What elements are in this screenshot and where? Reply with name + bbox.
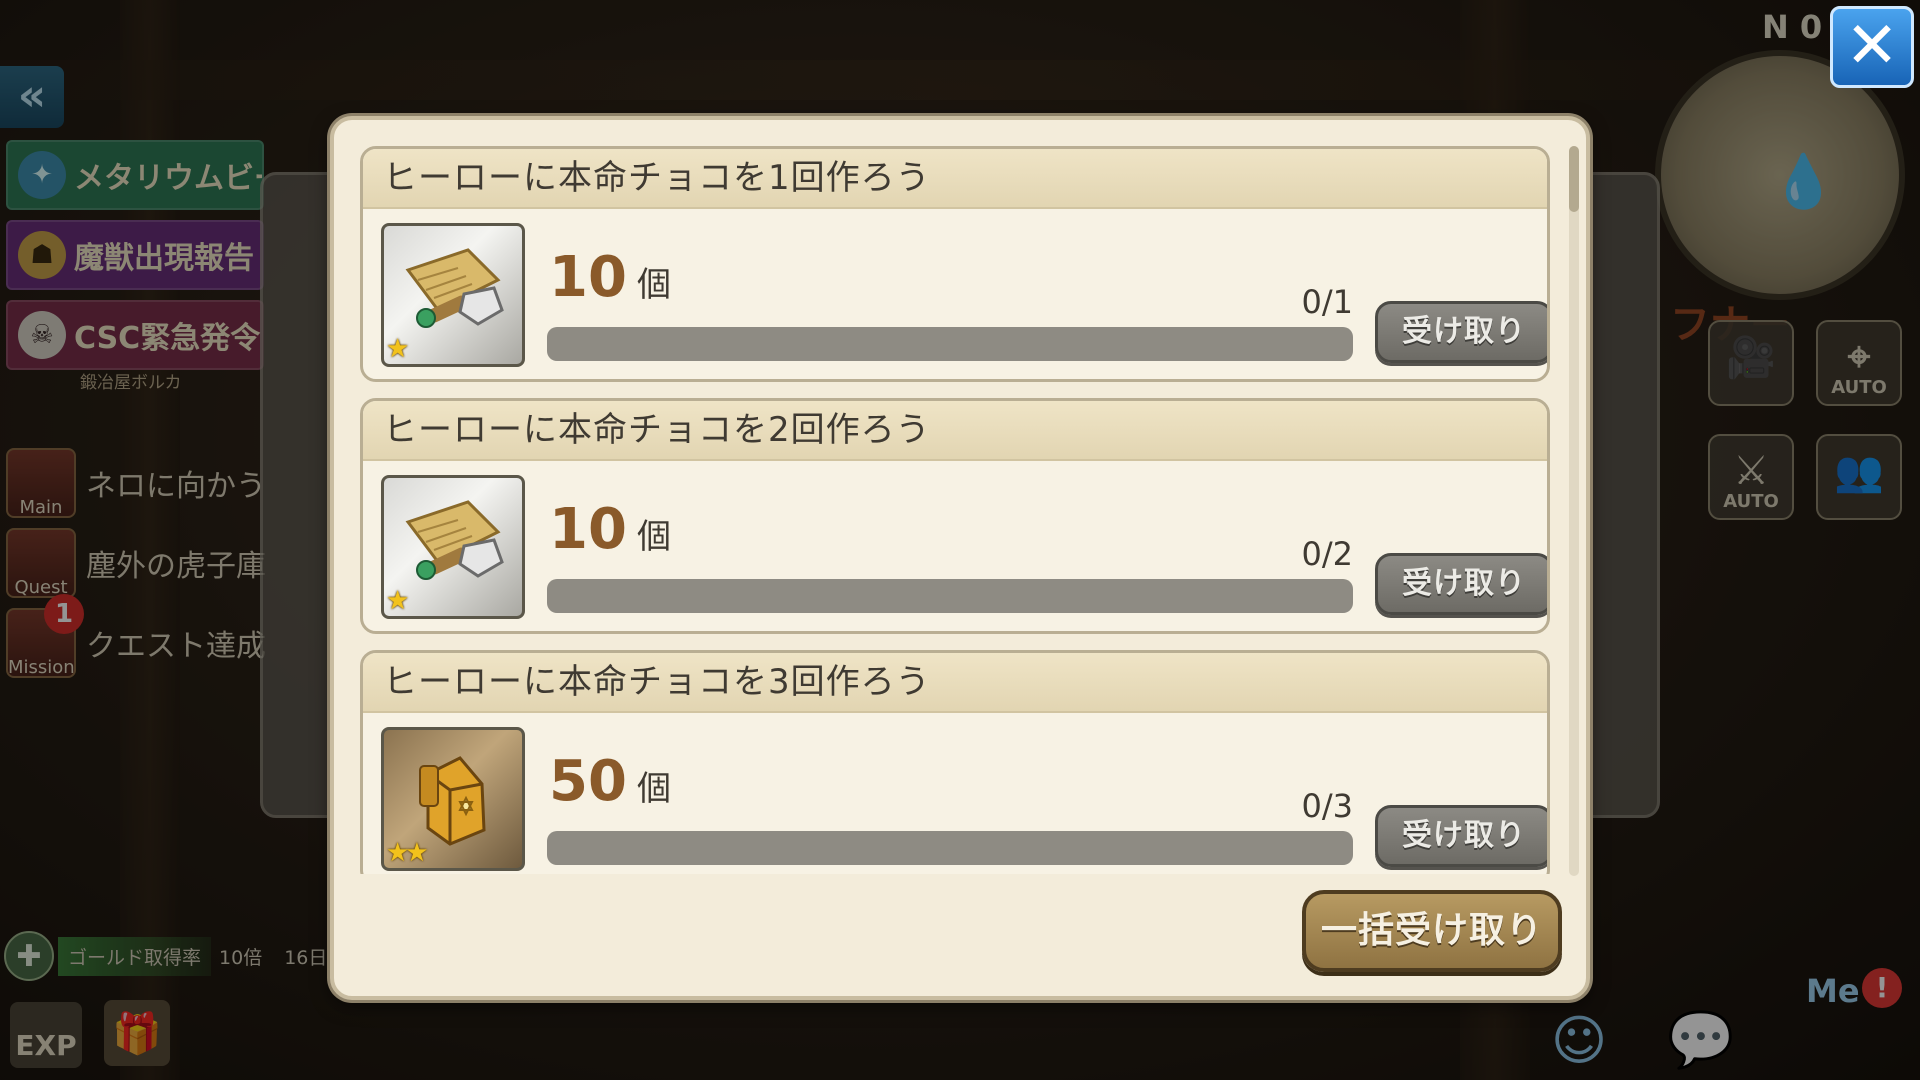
rarity-stars: ★: [386, 334, 409, 364]
mission-title: ヒーローに本命チョコを3回作ろう: [363, 653, 1547, 713]
map-material-icon: [405, 500, 504, 580]
me-button[interactable]: Me !: [1770, 958, 1910, 1078]
camera-icon: 🎥: [1726, 335, 1776, 381]
gold-rate-value: 10倍: [219, 946, 263, 969]
reward-item[interactable]: ★★: [381, 727, 525, 871]
quest-row-quest[interactable]: Quest 塵外の虎子庫: [6, 528, 266, 598]
reward-unit: 個: [636, 517, 671, 557]
main-quest-icon: Main: [6, 448, 76, 518]
skull-icon: ☠: [18, 311, 66, 359]
party-icon: 👥: [1834, 449, 1884, 495]
back-button[interactable]: «: [0, 66, 64, 128]
auto-battle-button[interactable]: ⚔ AUTO: [1708, 434, 1794, 520]
bulk-receive-button[interactable]: 一括受け取り: [1302, 890, 1562, 972]
party-button[interactable]: 👥: [1816, 434, 1902, 520]
gold-rate-label: ゴールド取得率: [58, 936, 212, 976]
reward-count: 10: [549, 497, 627, 562]
auto-label: AUTO: [1723, 491, 1779, 512]
emote-face-icon[interactable]: ☺: [1534, 1000, 1624, 1080]
mission-reward-dialog: ヒーローに本命チョコを1回作ろう ★ 10 個 0/1 受け取り ヒーローに本命…: [330, 116, 1590, 1000]
sword-icon: ⚔: [1733, 448, 1769, 494]
rarity-stars: ★★: [386, 838, 429, 868]
progress-text: 0/2: [1301, 535, 1354, 573]
scrollbar[interactable]: [1569, 146, 1579, 876]
wood-beam: [0, 60, 1920, 100]
event-banner-label: 魔獣出現報告: [74, 241, 254, 276]
alert-badge: !: [1862, 968, 1902, 1008]
mission-card: ヒーローに本命チョコを1回作ろう ★ 10 個 0/1 受け取り: [360, 146, 1550, 382]
rarity-stars: ★: [386, 586, 409, 616]
camera-button[interactable]: 🎥: [1708, 320, 1794, 406]
metallium-bee-icon: ✦: [18, 151, 66, 199]
event-banner-beast[interactable]: ☗ 魔獣出現報告: [6, 220, 264, 290]
close-button[interactable]: ✕: [1830, 6, 1914, 88]
exp-button[interactable]: EXP: [10, 1002, 82, 1068]
mission-card: ヒーローに本命チョコを2回作ろう ★ 10 個 0/2 受け取り: [360, 398, 1550, 634]
quest-house-icon: Quest: [6, 528, 76, 598]
progress-bar: [547, 579, 1353, 613]
scrollbar-thumb[interactable]: [1569, 146, 1579, 212]
map-material-icon: [405, 248, 504, 328]
mission-title: ヒーローに本命チョコを2回作ろう: [363, 401, 1547, 461]
location-pin-icon: 💧: [1771, 152, 1836, 212]
receive-button[interactable]: 受け取り: [1375, 553, 1547, 615]
chat-bubble-icon[interactable]: 💬: [1656, 1000, 1746, 1080]
progress-text: 0/3: [1301, 787, 1354, 825]
mission-title: ヒーローに本命チョコを1回作ろう: [363, 149, 1547, 209]
quest-text: ネロに向かう: [86, 469, 266, 504]
reward-amount: 10 個: [549, 245, 671, 310]
plus-icon[interactable]: ✚: [4, 931, 54, 981]
event-banner-csc[interactable]: ☠ CSC緊急発令: [6, 300, 264, 370]
reward-item[interactable]: ★: [381, 475, 525, 619]
mission-count-badge: 1: [44, 594, 84, 634]
quest-text: 塵外の虎子庫: [86, 549, 266, 584]
compass-label: N 0: [1762, 8, 1823, 46]
auto-target-icon: ⌖: [1847, 334, 1871, 380]
reward-amount: 50 個: [549, 749, 671, 814]
receive-button[interactable]: 受け取り: [1375, 301, 1547, 363]
beast-mask-icon: ☗: [18, 231, 66, 279]
mission-card: ヒーローに本命チョコを3回作ろう ★★ 50 個 0/3 受け取り: [360, 650, 1550, 874]
auto-label: AUTO: [1831, 377, 1887, 398]
receive-button[interactable]: 受け取り: [1375, 805, 1547, 867]
progress-text: 0/1: [1301, 283, 1354, 321]
reward-count: 50: [549, 749, 627, 814]
reward-amount: 10 個: [549, 497, 671, 562]
reward-count: 10: [549, 245, 627, 310]
gift-box-icon[interactable]: 🎁: [104, 1000, 170, 1066]
reward-unit: 個: [636, 265, 671, 305]
auto-camera-button[interactable]: ⌖ AUTO: [1816, 320, 1902, 406]
close-icon: ✕: [1845, 9, 1899, 83]
progress-bar: [547, 327, 1353, 361]
mission-list[interactable]: ヒーローに本命チョコを1回作ろう ★ 10 個 0/1 受け取り ヒーローに本命…: [360, 146, 1550, 874]
gold-rate-bar: ✚ ゴールド取得率 10倍 16日0: [0, 931, 339, 981]
quest-row-main[interactable]: Main ネロに向かう: [6, 448, 266, 518]
quest-text: クエスト達成: [86, 629, 266, 664]
reward-unit: 個: [636, 769, 671, 809]
me-label: Me: [1806, 972, 1860, 1010]
event-banner-metallium[interactable]: ✦ メタリウムビー: [6, 140, 264, 210]
event-banner-label: メタリウムビー: [74, 161, 264, 196]
event-banner-label: CSC緊急発令: [74, 321, 261, 356]
progress-bar: [547, 831, 1353, 865]
reward-item[interactable]: ★: [381, 223, 525, 367]
event-caption: 鍛冶屋ボルカ: [80, 373, 182, 393]
